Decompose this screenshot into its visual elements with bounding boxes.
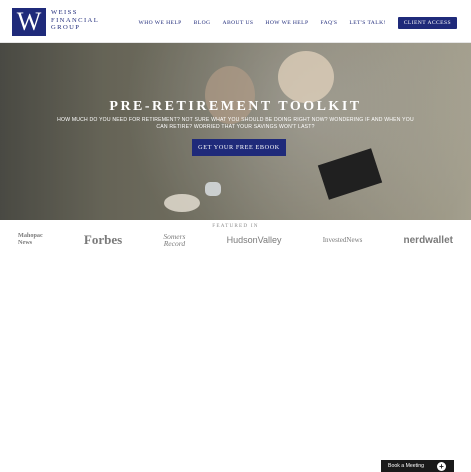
press-logos: Mahopac News Forbes Somers Record Hudson… [18,232,453,248]
get-free-ebook-button[interactable]: GET YOUR FREE EBOOK [192,139,286,156]
logo-hudson-valley[interactable]: HudsonValley [227,235,282,245]
logo-mahopac-news[interactable]: Mahopac News [18,233,43,246]
nav-blog[interactable]: BLOG [194,20,211,26]
featured-in-section: FEATURED IN Mahopac News Forbes Somers R… [0,220,471,472]
nav-lets-talk[interactable]: LET'S TALK! [349,20,385,26]
logo-wordmark[interactable]: WEISS FINANCIAL GROUP [51,9,99,32]
hero-title: PRE-RETIREMENT TOOLKIT [109,99,362,114]
hero-image-person-left [205,66,255,124]
logo-mahopac-line-2: News [18,239,33,246]
hero-image-person-right [278,51,334,103]
logo-somers-line-2: Record [163,239,186,248]
logo-line-2: FINANCIAL [51,16,100,24]
book-a-meeting-widget[interactable]: Book a Meeting + [381,460,454,472]
nav-who-we-help[interactable]: WHO WE HELP [139,20,182,26]
nav-about-us[interactable]: ABOUT US [223,20,254,26]
logo-line-3: GROUP [51,24,81,32]
logo-somers-record[interactable]: Somers Record [163,233,186,248]
hero-image-plate [164,194,200,212]
nav-faqs[interactable]: FAQ'S [320,20,337,26]
hero-image-cup [205,182,221,196]
main-nav: WHO WE HELP BLOG ABOUT US HOW WE HELP FA… [139,17,457,29]
logo-mark[interactable]: W [12,8,46,36]
hero-subtitle: HOW MUCH DO YOU NEED FOR RETIREMENT? NOT… [57,117,414,130]
logo-invested-news[interactable]: InvestedNews [323,236,363,244]
plus-icon[interactable]: + [437,461,446,471]
featured-in-label: FEATURED IN [212,223,259,229]
hero-banner: PRE-RETIREMENT TOOLKIT HOW MUCH DO YOU N… [0,43,471,220]
logo-forbes[interactable]: Forbes [84,232,122,248]
logo-nerdwallet[interactable]: nerdwallet [404,235,453,246]
logo-line-1: WEISS [51,9,78,16]
nav-how-we-help[interactable]: HOW WE HELP [265,20,308,26]
site-header: W WEISS FINANCIAL GROUP WHO WE HELP BLOG… [0,0,471,43]
client-access-button[interactable]: CLIENT ACCESS [397,17,457,29]
hero-image-tablet [317,148,383,200]
book-a-meeting-label: Book a Meeting [388,463,425,469]
